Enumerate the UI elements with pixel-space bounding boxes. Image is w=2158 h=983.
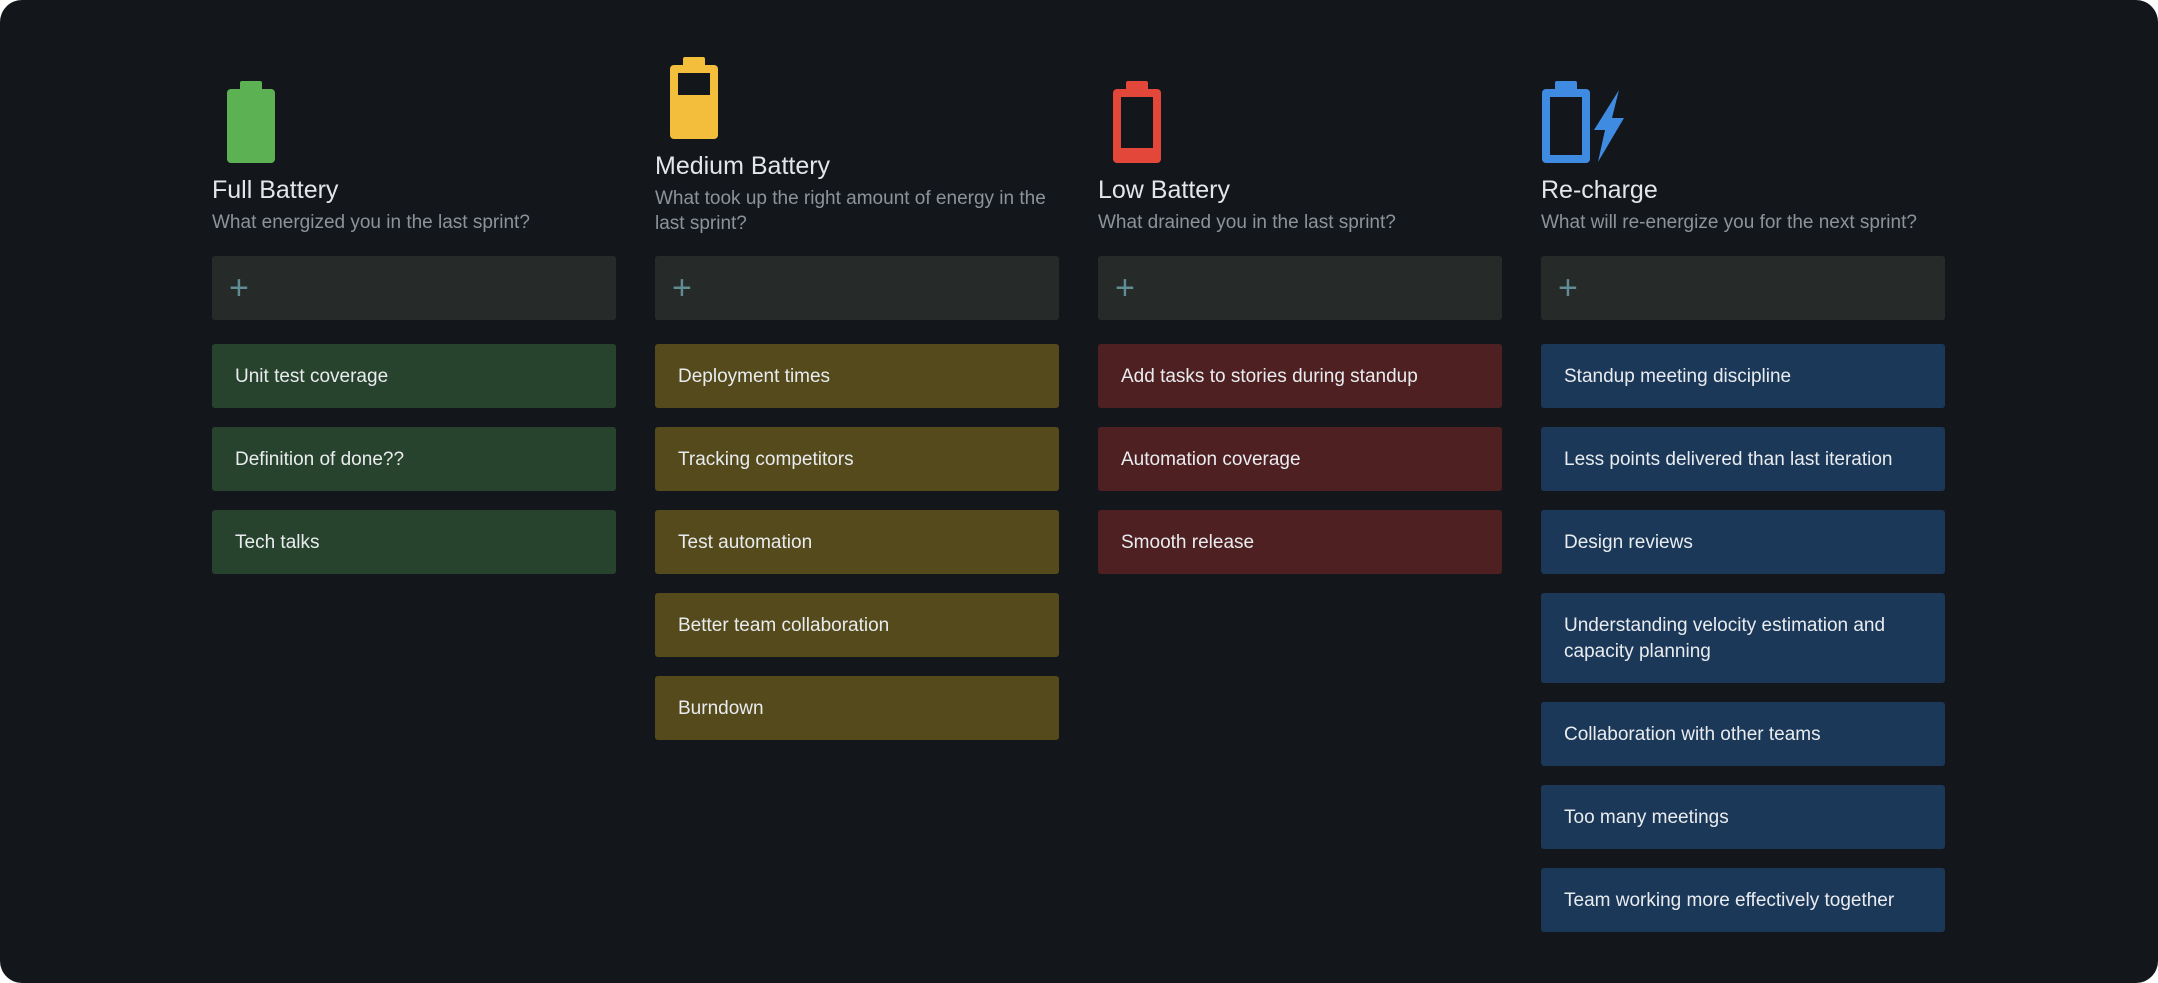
card[interactable]: Test automation bbox=[655, 510, 1059, 574]
add-card-button[interactable]: + bbox=[1541, 256, 1945, 320]
full-battery-icon bbox=[226, 80, 276, 164]
card[interactable]: Better team collaboration bbox=[655, 593, 1059, 657]
card[interactable]: Too many meetings bbox=[1541, 785, 1945, 849]
card[interactable]: Tracking competitors bbox=[655, 427, 1059, 491]
recharge-battery-icon bbox=[1541, 80, 1629, 164]
card[interactable]: Standup meeting discipline bbox=[1541, 344, 1945, 408]
column-title: Low Battery bbox=[1098, 176, 1231, 204]
card-list: Add tasks to stories during standup Auto… bbox=[1098, 344, 1502, 593]
card[interactable]: Automation coverage bbox=[1098, 427, 1502, 491]
card[interactable]: Design reviews bbox=[1541, 510, 1945, 574]
column-title: Re-charge bbox=[1541, 176, 1658, 204]
column-subtitle: What drained you in the last sprint? bbox=[1098, 212, 1396, 233]
card-list: Standup meeting discipline Less points d… bbox=[1541, 344, 1945, 951]
card[interactable]: Add tasks to stories during standup bbox=[1098, 344, 1502, 408]
column-subtitle: What energized you in the last sprint? bbox=[212, 212, 530, 233]
card[interactable]: Less points delivered than last iteratio… bbox=[1541, 427, 1945, 491]
medium-battery-icon bbox=[669, 56, 719, 140]
card-list: Unit test coverage Definition of done?? … bbox=[212, 344, 616, 593]
retro-board-frame: Full Battery What energized you in the l… bbox=[0, 0, 2158, 983]
low-battery-icon bbox=[1112, 80, 1162, 164]
retro-board: Full Battery What energized you in the l… bbox=[212, 0, 1946, 983]
card[interactable]: Definition of done?? bbox=[212, 427, 616, 491]
add-card-button[interactable]: + bbox=[655, 256, 1059, 320]
card[interactable]: Deployment times bbox=[655, 344, 1059, 408]
card[interactable]: Smooth release bbox=[1098, 510, 1502, 574]
add-card-button[interactable]: + bbox=[1098, 256, 1502, 320]
add-card-button[interactable]: + bbox=[212, 256, 616, 320]
card[interactable]: Burndown bbox=[655, 676, 1059, 740]
column-title: Medium Battery bbox=[655, 152, 831, 180]
card[interactable]: Team working more effectively together bbox=[1541, 868, 1945, 932]
column-subtitle: What will re-energize you for the next s… bbox=[1541, 212, 1917, 233]
column-title: Full Battery bbox=[212, 176, 339, 204]
column-subtitle: What took up the right amount of energy … bbox=[655, 188, 1046, 234]
card[interactable]: Understanding velocity estimation and ca… bbox=[1541, 593, 1945, 683]
card[interactable]: Tech talks bbox=[212, 510, 616, 574]
card[interactable]: Unit test coverage bbox=[212, 344, 616, 408]
card[interactable]: Collaboration with other teams bbox=[1541, 702, 1945, 766]
card-list: Deployment times Tracking competitors Te… bbox=[655, 344, 1059, 759]
